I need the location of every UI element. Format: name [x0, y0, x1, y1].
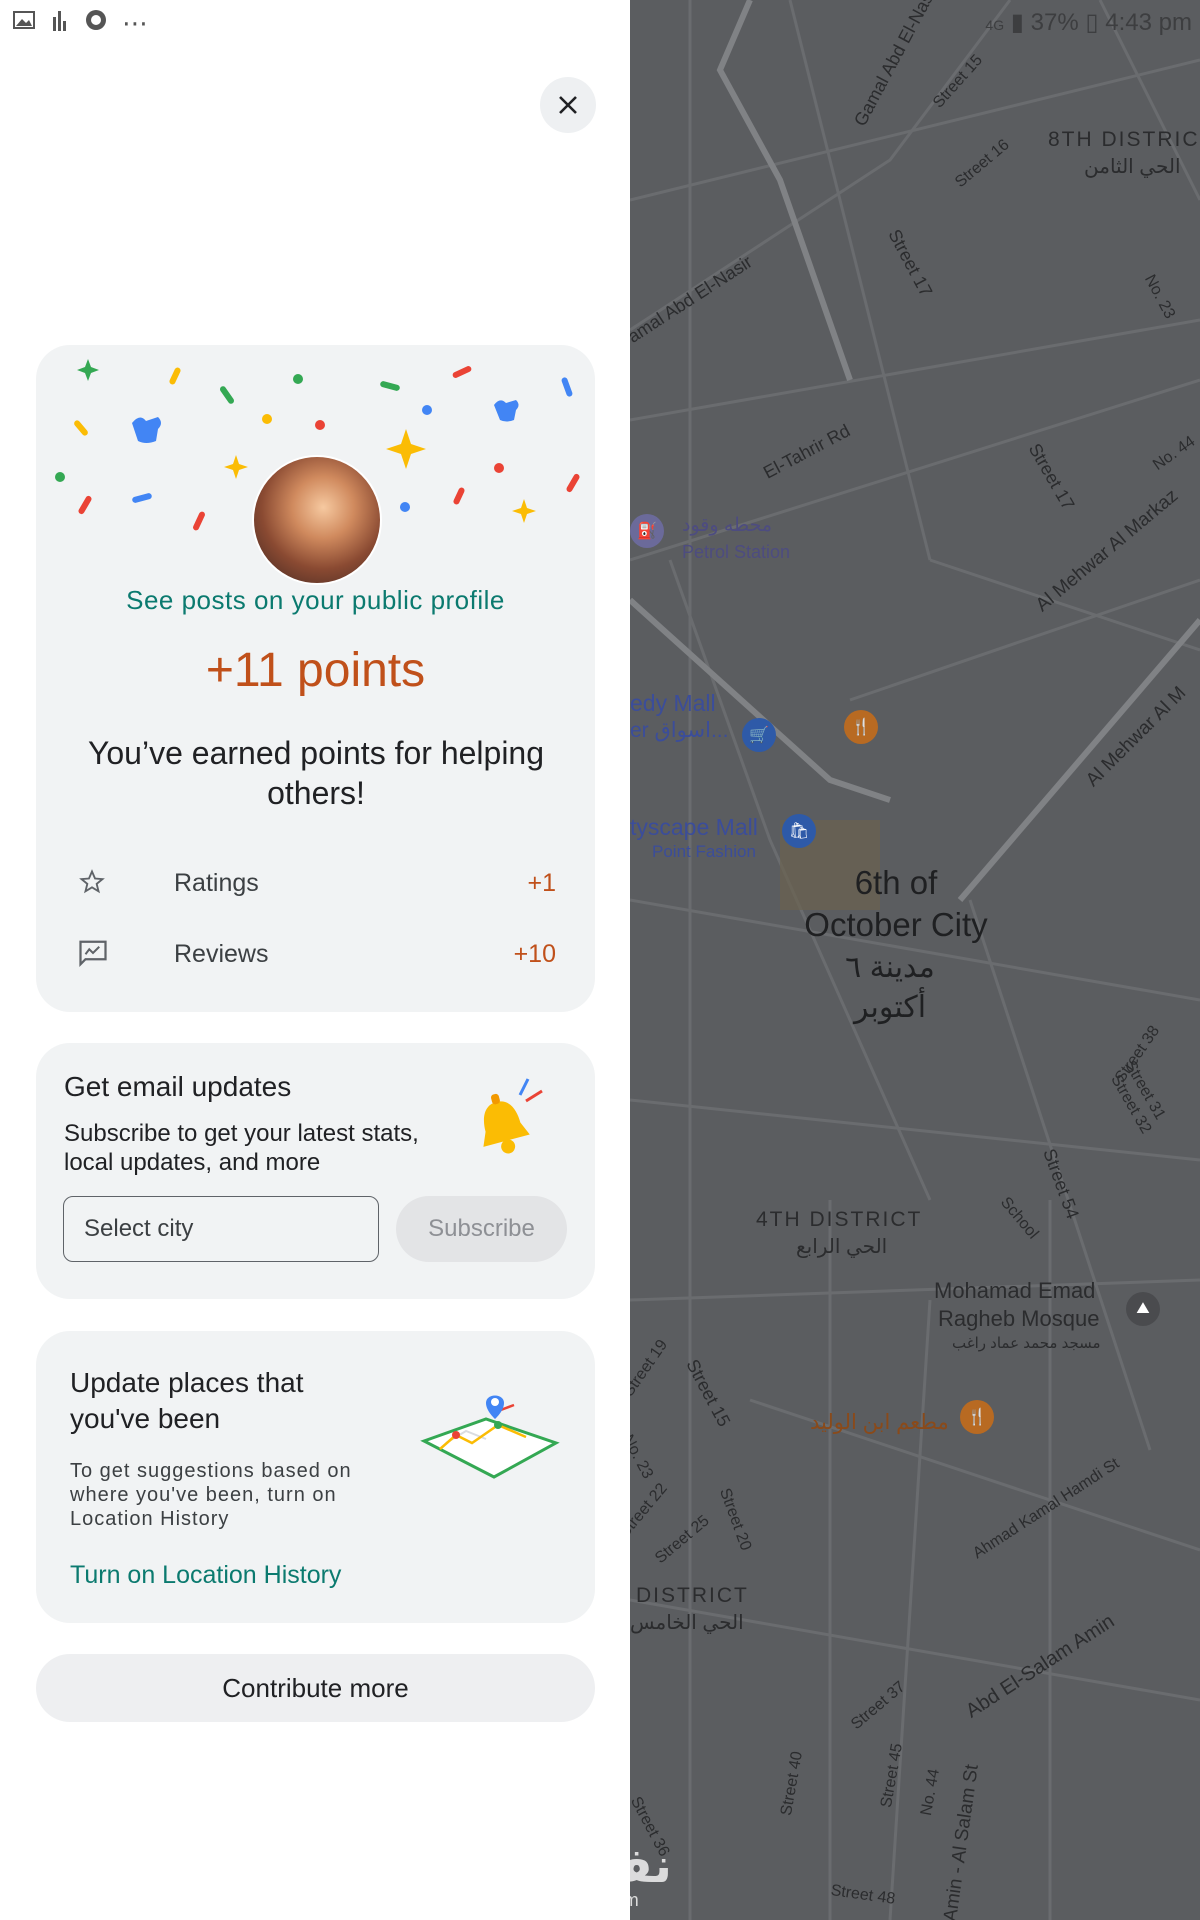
map-label-mall: tyscape Mall — [630, 814, 758, 840]
map-label-4th-district-ar: الحي الرابع — [796, 1236, 888, 1258]
map-label-poi: Petrol Station — [682, 542, 791, 562]
shopping-cart-pin[interactable]: 🛒 — [742, 718, 776, 752]
map-label-mall-ar: er اسواق... — [630, 719, 729, 742]
status-bar-left: ⋯ — [12, 8, 148, 38]
location-history-card: Update places that you've been To get su… — [36, 1331, 595, 1623]
email-updates-title: Get email updates — [64, 1071, 292, 1102]
restaurant-pin[interactable]: 🍴 — [844, 710, 878, 744]
public-profile-link[interactable]: See posts on your public profile — [36, 585, 595, 616]
battery-percent: 37% — [1030, 9, 1079, 36]
map-label-8th-district: 8TH DISTRIC — [1048, 128, 1200, 151]
map-label-5th-district-ar: الحي الخامس — [630, 1612, 744, 1634]
map-label-4th-district: 4TH DISTRICT — [756, 1208, 923, 1231]
mosque-pin[interactable]: ⛰ — [1126, 1292, 1160, 1326]
points-earned: +11 points — [205, 644, 426, 697]
ratings-points: +1 — [527, 868, 556, 897]
app-icon — [84, 8, 108, 38]
subscribe-button[interactable]: Subscribe — [396, 1196, 567, 1262]
map-label-mosque: Ragheb Mosque — [938, 1306, 1100, 1331]
map-view[interactable]: 8TH DISTRIC الحي الثامن Gamal Abd El-Nas… — [630, 0, 1200, 1920]
reviews-row: Reviews +10 — [78, 934, 556, 974]
map-label-5th-district: DISTRICT — [636, 1584, 749, 1607]
map-label-mosque: Mohamad Emad — [934, 1278, 1096, 1303]
map-route-illustration — [420, 1395, 560, 1479]
ratings-row: Ratings +1 — [78, 863, 556, 903]
battery-icon: ▯ — [1085, 9, 1099, 36]
email-updates-card: Get email updates Subscribe to get your … — [36, 1043, 595, 1299]
ratings-label: Ratings — [174, 868, 259, 897]
shopping-bag-pin[interactable]: 🛍 — [782, 814, 816, 848]
contribute-more-button[interactable]: Contribute more — [36, 1654, 595, 1722]
watermark-url: nafezly.com — [630, 1890, 640, 1910]
map-label-poi-ar: محطه وقود — [682, 515, 773, 536]
clock: 4:43 pm — [1105, 9, 1192, 36]
network-indicator: 4G — [985, 17, 1005, 33]
close-button[interactable] — [540, 77, 596, 133]
map-label-city-ar: مدينة ٦ أكتوبر — [845, 951, 935, 1024]
map-label-8th-district-ar: الحي الثامن — [1084, 156, 1181, 178]
review-icon — [78, 939, 118, 969]
restaurant-pin[interactable]: 🍴 — [960, 1400, 994, 1434]
star-icon — [78, 868, 118, 898]
location-history-title: Update places that you've been — [70, 1367, 304, 1434]
map-label-mall-sub: Point Fashion — [652, 842, 756, 861]
more-dots-icon: ⋯ — [122, 8, 148, 38]
points-card: See posts on your public profile +11 poi… — [36, 345, 595, 1012]
reviews-label: Reviews — [174, 939, 269, 968]
bell-icon — [483, 1078, 543, 1154]
contributions-panel: ⋯ See posts on your public profile +11 p… — [0, 0, 630, 1920]
location-history-description: To get suggestions based on where you've… — [70, 1460, 352, 1530]
close-icon — [559, 96, 577, 114]
signal-bars-icon — [50, 9, 70, 37]
map-label-mall: edy Mall — [630, 690, 716, 716]
reviews-points: +10 — [513, 939, 556, 968]
map-label-city: 6th of October City — [804, 864, 988, 943]
image-icon — [12, 10, 36, 36]
map-label-mosque-ar: مسجد محمد عماد راغب — [952, 1335, 1101, 1352]
map-label-restaurant-ar: مطعم ابن الوليد — [810, 1411, 949, 1434]
signal-icon: ▮ — [1010, 9, 1024, 36]
city-select[interactable]: Select city — [63, 1196, 379, 1262]
status-bar-right: 4G ▮ 37% ▯ 4:43 pm — [985, 8, 1192, 37]
petrol-station-pin[interactable]: ⛽ — [630, 514, 664, 548]
city-select-placeholder: Select city — [84, 1215, 194, 1242]
watermark-logo: نفذلي — [630, 1840, 672, 1893]
avatar[interactable] — [252, 455, 382, 585]
earned-message: You’ve earned points for helping others! — [87, 735, 545, 811]
email-updates-description: Subscribe to get your latest stats, loca… — [64, 1120, 419, 1176]
turn-on-location-history-link[interactable]: Turn on Location History — [70, 1561, 341, 1590]
